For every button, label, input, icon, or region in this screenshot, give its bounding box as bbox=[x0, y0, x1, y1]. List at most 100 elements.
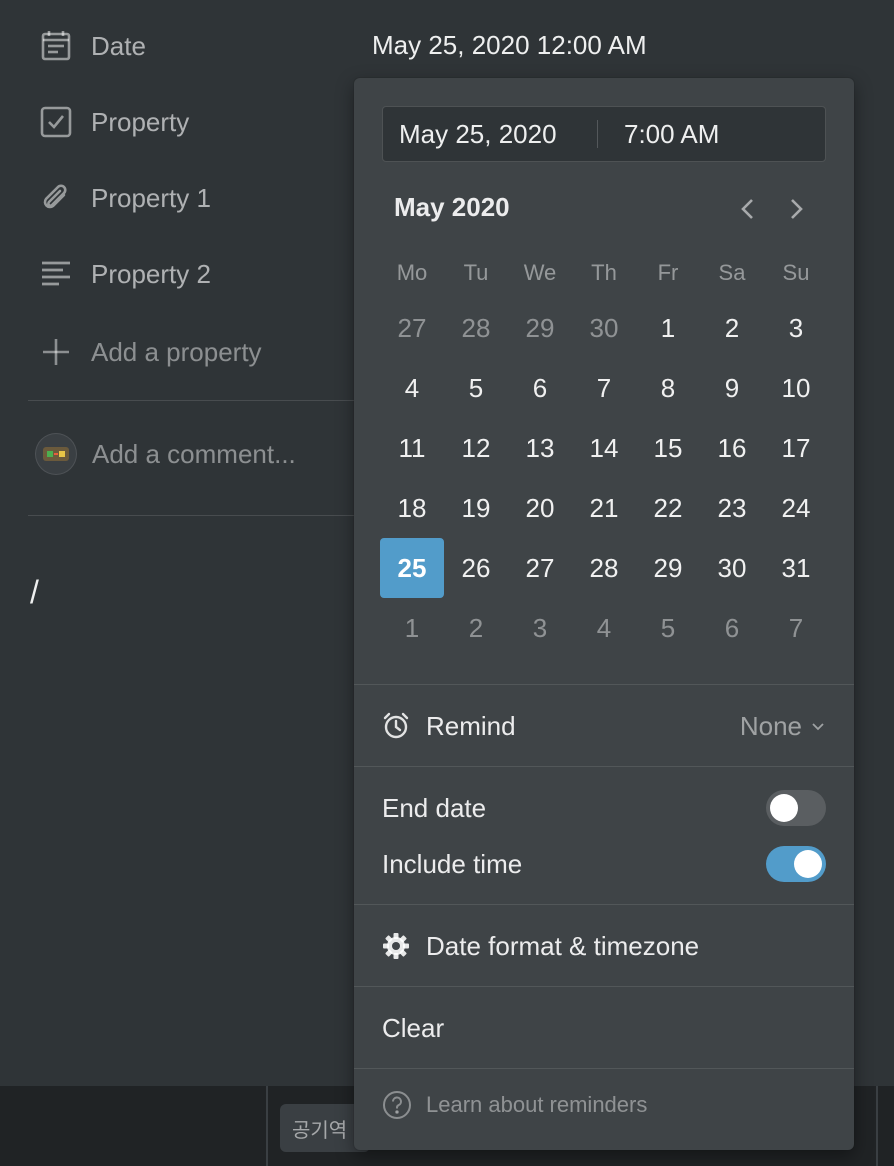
gear-icon bbox=[382, 932, 410, 960]
calendar-day[interactable]: 23 bbox=[700, 478, 764, 538]
calendar-day-selected[interactable]: 25 bbox=[380, 538, 444, 598]
calendar-day[interactable]: 7 bbox=[572, 358, 636, 418]
calendar-day[interactable]: 12 bbox=[444, 418, 508, 478]
time-input[interactable]: 7:00 AM bbox=[598, 119, 719, 150]
calendar-day[interactable]: 4 bbox=[380, 358, 444, 418]
plus-icon bbox=[38, 334, 74, 370]
add-property-label: Add a property bbox=[91, 336, 262, 367]
calendar-day[interactable]: 30 bbox=[700, 538, 764, 598]
calendar-week-row: 4 5 6 7 8 9 10 bbox=[380, 358, 828, 418]
column-divider bbox=[266, 1086, 268, 1166]
include-time-toggle[interactable] bbox=[766, 846, 826, 882]
divider bbox=[354, 1068, 854, 1069]
property-label: Property 1 bbox=[91, 182, 211, 213]
column-divider bbox=[876, 1086, 878, 1166]
calendar-day[interactable]: 5 bbox=[636, 598, 700, 658]
calendar-day[interactable]: 11 bbox=[380, 418, 444, 478]
calendar-day[interactable]: 28 bbox=[572, 538, 636, 598]
month-title: May 2020 bbox=[394, 192, 510, 222]
calendar-grid: Mo Tu We Th Fr Sa Su 27 28 29 30 1 2 3 4 5 6 7 8 9 10 11 12 13… bbox=[380, 248, 828, 658]
property-row-checkbox[interactable]: Property bbox=[38, 102, 189, 142]
calendar-day[interactable]: 8 bbox=[636, 358, 700, 418]
calendar-week-row: 25 26 27 28 29 30 31 bbox=[380, 538, 828, 598]
calendar-day[interactable]: 14 bbox=[572, 418, 636, 478]
comment-placeholder: Add a comment... bbox=[92, 438, 296, 469]
remind-label: Remind bbox=[426, 710, 516, 741]
weekday-label: Su bbox=[782, 260, 810, 285]
calendar-day[interactable]: 29 bbox=[636, 538, 700, 598]
calendar-day[interactable]: 10 bbox=[764, 358, 828, 418]
calendar-day[interactable]: 28 bbox=[444, 298, 508, 358]
chevron-right-icon bbox=[791, 199, 803, 219]
calendar-day[interactable]: 2 bbox=[700, 298, 764, 358]
calendar-body: 27 28 29 30 1 2 3 4 5 6 7 8 9 10 11 12 13 14 15 16 17 18 19 20 2… bbox=[380, 298, 828, 658]
property-row-date[interactable]: Date bbox=[38, 26, 146, 66]
include-time-row[interactable]: Include time bbox=[382, 834, 826, 894]
calendar-day[interactable]: 31 bbox=[764, 538, 828, 598]
property-label: Date bbox=[91, 30, 146, 61]
paperclip-icon bbox=[38, 180, 74, 216]
property-label: Property 2 bbox=[91, 258, 211, 289]
remind-value: None bbox=[739, 710, 802, 741]
weekday-header: Mo Tu We Th Fr Sa Su bbox=[380, 248, 828, 298]
property-row-files[interactable]: Property 1 bbox=[38, 178, 211, 218]
calendar-day[interactable]: 1 bbox=[636, 298, 700, 358]
calendar-day[interactable]: 19 bbox=[444, 478, 508, 538]
calendar-day[interactable]: 6 bbox=[508, 358, 572, 418]
calendar-day[interactable]: 7 bbox=[764, 598, 828, 658]
clear-label: Clear bbox=[382, 1012, 445, 1043]
remind-select[interactable]: None bbox=[740, 711, 826, 742]
calendar-day[interactable]: 6 bbox=[700, 598, 764, 658]
end-date-row[interactable]: End date bbox=[382, 778, 826, 838]
calendar-day[interactable]: 1 bbox=[380, 598, 444, 658]
learn-reminders-link[interactable]: Learn about reminders bbox=[382, 1090, 647, 1120]
calendar-day[interactable]: 4 bbox=[572, 598, 636, 658]
weekday-label: Sa bbox=[718, 260, 746, 285]
property-label: Property bbox=[91, 106, 190, 137]
property-row-text[interactable]: Property 2 bbox=[38, 254, 211, 294]
previous-month-button[interactable] bbox=[734, 194, 762, 224]
weekday-label: Tu bbox=[463, 260, 489, 285]
calendar-day[interactable]: 27 bbox=[508, 538, 572, 598]
calendar-day[interactable]: 16 bbox=[700, 418, 764, 478]
divider bbox=[28, 400, 354, 401]
calendar-day[interactable]: 22 bbox=[636, 478, 700, 538]
calendar-day[interactable]: 27 bbox=[380, 298, 444, 358]
end-date-toggle[interactable] bbox=[766, 790, 826, 826]
calendar-day[interactable]: 3 bbox=[508, 598, 572, 658]
alarm-clock-icon bbox=[382, 712, 410, 740]
calendar-day[interactable]: 13 bbox=[508, 418, 572, 478]
calendar-day[interactable]: 18 bbox=[380, 478, 444, 538]
include-time-label: Include time bbox=[382, 848, 523, 879]
clear-button[interactable]: Clear bbox=[382, 998, 826, 1058]
calendar-day[interactable]: 30 bbox=[572, 298, 636, 358]
weekday-label: We bbox=[523, 260, 557, 285]
date-property-value[interactable]: May 25, 2020 12:00 AM bbox=[372, 30, 647, 61]
add-property-button[interactable]: Add a property bbox=[38, 332, 262, 372]
calendar-day[interactable]: 26 bbox=[444, 538, 508, 598]
remind-row[interactable]: Remind None bbox=[382, 696, 826, 756]
calendar-day[interactable]: 3 bbox=[764, 298, 828, 358]
calendar-day[interactable]: 21 bbox=[572, 478, 636, 538]
date-time-input: May 25, 2020 7:00 AM bbox=[382, 106, 826, 162]
calendar-day[interactable]: 20 bbox=[508, 478, 572, 538]
date-input[interactable]: May 25, 2020 bbox=[383, 119, 597, 150]
calendar-day[interactable]: 17 bbox=[764, 418, 828, 478]
date-format-row[interactable]: Date format & timezone bbox=[382, 916, 826, 976]
divider bbox=[354, 766, 854, 767]
comment-input[interactable]: Add a comment... bbox=[35, 433, 296, 475]
calendar-week-row: 1234567 bbox=[380, 598, 828, 658]
help-circle-icon bbox=[383, 1091, 411, 1119]
editor-text[interactable]: / bbox=[30, 574, 39, 611]
calendar-day[interactable]: 15 bbox=[636, 418, 700, 478]
calendar-day[interactable]: 9 bbox=[700, 358, 764, 418]
next-month-button[interactable] bbox=[782, 194, 810, 224]
calendar-icon bbox=[38, 28, 74, 64]
weekday-label: Th bbox=[591, 260, 617, 285]
divider bbox=[354, 684, 854, 685]
help-label: Learn about reminders bbox=[426, 1092, 648, 1117]
calendar-day[interactable]: 29 bbox=[508, 298, 572, 358]
calendar-day[interactable]: 24 bbox=[764, 478, 828, 538]
calendar-day[interactable]: 5 bbox=[444, 358, 508, 418]
calendar-day[interactable]: 2 bbox=[444, 598, 508, 658]
